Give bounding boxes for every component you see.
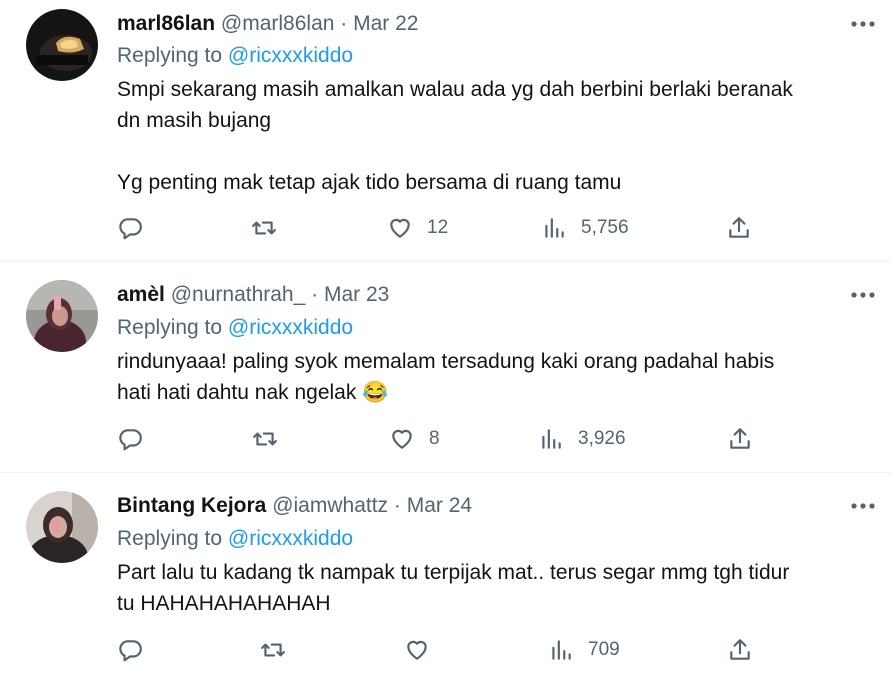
- tweet-date[interactable]: Mar 24: [407, 494, 472, 517]
- tweet-header: amèl @nurnathrah_ · Mar 23: [117, 283, 389, 307]
- more-options-button[interactable]: [848, 496, 878, 516]
- display-name[interactable]: marl86lan: [117, 12, 215, 35]
- replying-to: Replying to @ricxxxkiddo: [117, 527, 353, 551]
- tweet-header: Bintang Kejora @iamwhattz · Mar 24: [117, 494, 472, 518]
- display-name[interactable]: Bintang Kejora: [117, 494, 266, 517]
- avatar[interactable]: [26, 9, 98, 81]
- replying-to-label: Replying to: [117, 316, 228, 339]
- retweet-button[interactable]: [251, 213, 277, 243]
- retweet-icon: [252, 221, 276, 235]
- views-button[interactable]: 709: [548, 635, 620, 665]
- tweet-date[interactable]: Mar 22: [353, 12, 418, 35]
- reply-bubble-icon: [119, 429, 142, 451]
- more-horizontal-icon: [851, 21, 875, 27]
- like-button[interactable]: 8: [389, 424, 440, 454]
- user-handle[interactable]: @marl86lan: [221, 12, 335, 35]
- analytics-bars-icon: [542, 429, 561, 449]
- reply-button[interactable]: [117, 424, 143, 454]
- reply-bubble-icon: [119, 640, 142, 662]
- like-button[interactable]: [404, 635, 444, 665]
- more-options-button[interactable]: [848, 14, 878, 34]
- views-button[interactable]: 3,926: [538, 424, 626, 454]
- share-upload-icon: [730, 639, 750, 660]
- tweet-1[interactable]: marl86lan @marl86lan · Mar 22 Replying t…: [0, 0, 891, 262]
- views-button[interactable]: 5,756: [541, 213, 629, 243]
- view-count: 709: [588, 639, 620, 660]
- avatar[interactable]: [26, 491, 98, 563]
- tweet-actions: 12 5,756: [0, 213, 891, 243]
- reply-bubble-icon: [119, 218, 142, 240]
- share-button[interactable]: [727, 635, 753, 665]
- avatar[interactable]: [26, 280, 98, 352]
- replying-to: Replying to @ricxxxkiddo: [117, 44, 353, 68]
- tweet-text: Smpi sekarang masih amalkan walau ada yg…: [117, 78, 793, 194]
- more-options-button[interactable]: [848, 285, 878, 305]
- replying-to: Replying to @ricxxxkiddo: [117, 316, 353, 340]
- mention-link[interactable]: @ricxxxkiddo: [228, 316, 353, 339]
- share-upload-icon: [729, 217, 749, 238]
- more-horizontal-icon: [851, 503, 875, 509]
- analytics-bars-icon: [552, 640, 571, 660]
- view-count: 5,756: [581, 217, 629, 238]
- separator: ·: [311, 283, 319, 306]
- reply-button[interactable]: [117, 635, 143, 665]
- tweet-date[interactable]: Mar 23: [324, 283, 389, 306]
- mention-link[interactable]: @ricxxxkiddo: [228, 527, 353, 550]
- heart-icon: [390, 218, 410, 238]
- tweet-2[interactable]: amèl @nurnathrah_ · Mar 23 Replying to @…: [0, 262, 891, 473]
- tweet-text: rindunyaaa! paling syok memalam tersadun…: [117, 350, 775, 404]
- user-handle[interactable]: @iamwhattz: [272, 494, 388, 517]
- tweet-text: Part lalu tu kadang tk nampak tu terpija…: [117, 561, 790, 615]
- view-count: 3,926: [578, 428, 626, 449]
- replying-to-label: Replying to: [117, 44, 228, 67]
- separator: ·: [393, 494, 401, 517]
- heart-icon: [392, 429, 412, 449]
- tweet-header: marl86lan @marl86lan · Mar 22: [117, 12, 418, 36]
- retweet-button[interactable]: [252, 424, 278, 454]
- share-button[interactable]: [726, 213, 752, 243]
- user-handle[interactable]: @nurnathrah_: [171, 283, 306, 306]
- analytics-bars-icon: [545, 218, 564, 238]
- retweet-icon: [261, 643, 285, 657]
- separator: ·: [340, 12, 348, 35]
- like-count: 12: [427, 217, 449, 238]
- tweet-3[interactable]: Bintang Kejora @iamwhattz · Mar 24 Reply…: [0, 473, 891, 676]
- retweet-button[interactable]: [260, 635, 286, 665]
- share-button[interactable]: [727, 424, 753, 454]
- more-horizontal-icon: [851, 292, 875, 298]
- tweet-actions: 8 3,926: [0, 424, 891, 454]
- display-name[interactable]: amèl: [117, 283, 165, 306]
- mention-link[interactable]: @ricxxxkiddo: [228, 44, 353, 67]
- replying-to-label: Replying to: [117, 527, 228, 550]
- reply-button[interactable]: [117, 213, 143, 243]
- like-count: 8: [429, 428, 440, 449]
- share-upload-icon: [730, 428, 750, 449]
- heart-icon: [407, 640, 427, 660]
- tweet-actions: 709: [0, 635, 891, 665]
- like-button[interactable]: 12: [387, 213, 448, 243]
- retweet-icon: [253, 432, 277, 446]
